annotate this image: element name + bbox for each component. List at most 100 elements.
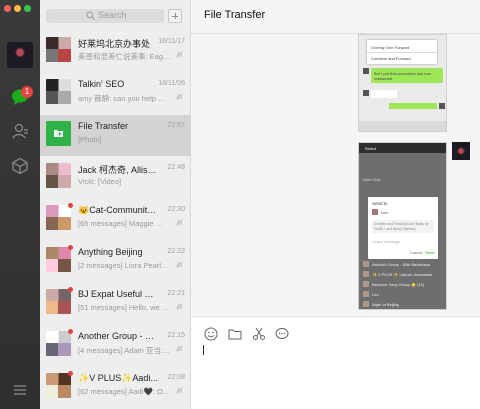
- avatar: [46, 205, 71, 230]
- new-chat-button[interactable]: [168, 9, 182, 23]
- chat-list-item[interactable]: 好莱坞北京办事处 18/11/17 美恩和显美仁说美事: Eagle...: [40, 31, 191, 72]
- chat-name: 🐱Cat-Community...: [78, 205, 158, 215]
- avatar: [46, 289, 71, 314]
- unread-dot: [68, 371, 73, 376]
- chat-preview: [2 messages] Liora Pearlm...: [78, 261, 171, 270]
- avatar: [363, 271, 369, 277]
- chat-list-item[interactable]: 🐱Cat-Community... 22:30 [65 messages] Magg…: [40, 199, 191, 240]
- unread-badge: 1: [21, 86, 33, 98]
- chat-time: 22:21: [167, 290, 185, 297]
- chat-time: 22:22: [167, 248, 185, 255]
- mute-icon: [176, 261, 183, 268]
- mute-icon: [176, 345, 183, 352]
- context-menu: Overlay One Forward Combine and Forward: [367, 40, 437, 64]
- left-rail: 1: [0, 0, 40, 409]
- conversation-panel: File Transfer Overlay One Forward Combin…: [191, 0, 480, 409]
- avatar: [363, 291, 369, 297]
- mini-program-icon[interactable]: [11, 157, 29, 175]
- screen-list-item: Beyonce Yang Group 🌟 (12): [372, 282, 425, 287]
- mute-icon: [176, 303, 183, 310]
- avatar: [46, 247, 71, 272]
- avatar: [46, 373, 71, 398]
- avatar: [363, 261, 369, 267]
- chat-preview: 美恩和显美仁说美事: Eagle...: [78, 52, 171, 61]
- search-icon: [86, 11, 95, 20]
- avatar: [46, 121, 71, 146]
- avatar: [46, 37, 71, 62]
- avatar[interactable]: [7, 42, 33, 68]
- chat-list-item[interactable]: Jack 柯杰奇, Alliso... 22:48 Vicki: [Video]: [40, 157, 191, 198]
- bubble-text: But I put that promotion into non restau…: [374, 71, 431, 81]
- chat-list-item[interactable]: File Transfer 22:57 [Photo]: [40, 115, 191, 156]
- screen-list-item: Aiwinchi Group - 30th Bauwhaus: [372, 262, 431, 267]
- chat-preview: [65 messages] Maggie 🐈...: [78, 219, 171, 228]
- page-title: File Transfer: [204, 9, 266, 21]
- screen-list-item: Leo: [372, 292, 379, 297]
- chat-time: 18/11/17: [158, 38, 185, 45]
- composer: [191, 316, 480, 409]
- mute-icon: [176, 219, 183, 226]
- chat-list-item[interactable]: ✨V PLUS✨Aadi... 22:08 [62 messages] Aadi🖤:…: [40, 367, 191, 408]
- chat-name: BJ Expat Useful Con...: [78, 289, 158, 299]
- contacts-icon[interactable]: [11, 122, 29, 140]
- send-to-dialog: Send to Leo Combine and Forward(Chat His…: [368, 197, 438, 259]
- screen-list-item: Night of Beijing: [372, 302, 399, 307]
- chat-preview: amy 薛静: can you help me ma...: [78, 94, 171, 103]
- chat-preview: [51 messages] Hello, we ar...: [78, 303, 171, 312]
- dialog-user: Leo: [381, 210, 388, 215]
- avatar: [46, 79, 71, 104]
- unread-dot: [68, 245, 73, 250]
- chat-time: 22:08: [167, 374, 185, 381]
- chat-name: Anything Beijing: [78, 247, 143, 257]
- chat-name: Another Group - 30t...: [78, 331, 158, 341]
- mute-icon: [176, 51, 183, 58]
- photo-message[interactable]: Select New Chat Send to Leo Combine and …: [358, 142, 447, 310]
- bubble-icon[interactable]: [275, 327, 289, 341]
- dialog-send: Send: [425, 250, 435, 255]
- chat-name: Jack 柯杰奇, Alliso...: [78, 165, 158, 175]
- screen-new-chat: New Chat: [363, 177, 381, 182]
- scissors-icon[interactable]: [252, 327, 266, 341]
- folder-icon: [54, 130, 63, 137]
- avatar: [46, 331, 71, 356]
- search-input[interactable]: Search: [46, 9, 164, 23]
- chat-preview: [Photo]: [78, 135, 102, 144]
- unread-dot: [68, 329, 73, 334]
- photo-message[interactable]: Overlay One Forward Combine and Forward …: [358, 34, 447, 132]
- chat-preview: Vicki: [Video]: [78, 177, 122, 186]
- message-input[interactable]: [203, 345, 204, 355]
- menu-item: Overlay One Forward: [371, 45, 410, 50]
- chat-name: File Transfer: [78, 121, 129, 131]
- avatar: [46, 163, 71, 188]
- chat-list: Search 好莱坞北京办事处 18/11/17 美恩和显美仁说美事: Eagle.…: [40, 0, 191, 409]
- unread-dot: [68, 203, 73, 208]
- minimize-window-button[interactable]: [14, 5, 21, 12]
- chat-list-item[interactable]: Talkin' SEO 18/11/06 amy 薛静: can you help …: [40, 73, 191, 114]
- screen-list-item: ✨ V PLUS ✨ Launch Innovation: [372, 272, 433, 277]
- menu-item: Combine and Forward: [371, 56, 411, 61]
- chat-list-item[interactable]: Another Group - 30t... 22:15 [4 messages] …: [40, 325, 191, 366]
- emoji-icon[interactable]: [204, 327, 218, 341]
- menu-icon[interactable]: [11, 381, 29, 399]
- close-window-button[interactable]: [4, 5, 11, 12]
- chat-list-item[interactable]: BJ Expat Useful Con... 22:21 [51 messages]…: [40, 283, 191, 324]
- chat-time: 22:30: [167, 206, 185, 213]
- chat-name: ✨V PLUS✨Aadi...: [78, 373, 158, 383]
- chat-preview: [4 messages] Adam 亚当:...: [78, 346, 170, 355]
- chat-time: 18/11/06: [158, 80, 185, 87]
- chat-name: 好莱坞北京办事处: [78, 39, 151, 49]
- sender-avatar[interactable]: [452, 142, 470, 160]
- dialog-cancel: Cancel: [410, 250, 423, 255]
- zoom-window-button[interactable]: [24, 5, 31, 12]
- chat-time: 22:48: [167, 164, 185, 171]
- screen-header: Select: [365, 146, 377, 151]
- folder-icon[interactable]: [228, 327, 242, 341]
- chat-time: 22:15: [167, 332, 185, 339]
- avatar: [363, 281, 369, 287]
- chat-name: Talkin' SEO: [78, 79, 125, 89]
- dialog-title: Send to: [372, 201, 388, 206]
- search-placeholder: Search: [98, 10, 127, 20]
- chat-list-item[interactable]: Anything Beijing 22:22 [2 messages] Liora …: [40, 241, 191, 282]
- mute-icon: [176, 93, 183, 100]
- mute-icon: [176, 387, 183, 394]
